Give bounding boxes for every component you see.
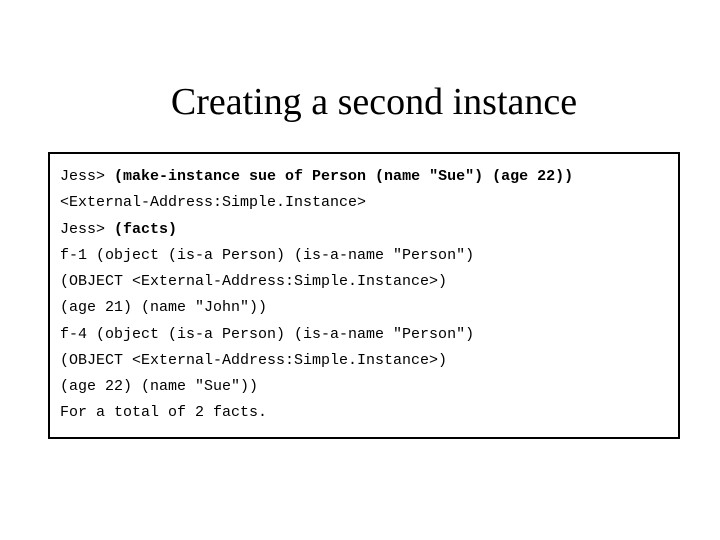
prompt: Jess> (60, 221, 114, 238)
code-line-1: Jess> (make-instance sue of Person (name… (60, 164, 668, 190)
command: (make-instance sue of Person (name "Sue"… (114, 168, 573, 185)
code-box: Jess> (make-instance sue of Person (name… (48, 152, 680, 439)
slide-title: Creating a second instance (48, 80, 680, 124)
code-line-7: f-4 (object (is-a Person) (is-a-name "Pe… (60, 322, 668, 348)
code-line-6: (age 21) (name "John")) (60, 295, 668, 321)
code-line-8: (OBJECT <External-Address:Simple.Instanc… (60, 348, 668, 374)
prompt: Jess> (60, 168, 114, 185)
code-line-4: f-1 (object (is-a Person) (is-a-name "Pe… (60, 243, 668, 269)
code-line-10: For a total of 2 facts. (60, 400, 668, 426)
code-line-5: (OBJECT <External-Address:Simple.Instanc… (60, 269, 668, 295)
code-line-9: (age 22) (name "Sue")) (60, 374, 668, 400)
code-line-2: <External-Address:Simple.Instance> (60, 190, 668, 216)
command: (facts) (114, 221, 177, 238)
code-line-3: Jess> (facts) (60, 217, 668, 243)
